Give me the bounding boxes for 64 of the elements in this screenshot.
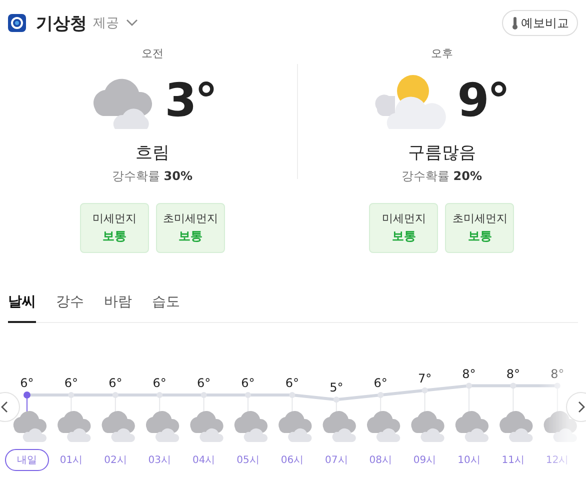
cloud-icon [234,410,268,442]
data-point [378,392,384,398]
period-label: 오후 [430,46,453,61]
chevron-down-icon[interactable] [125,18,139,28]
cloud-icon [500,410,533,442]
temperature-label: 6° [108,376,122,390]
cloud-icon [455,410,489,442]
temperature-label: 8° [506,366,520,381]
precipitation-text: 강수확률 30% [112,168,193,185]
cloud-icon [58,410,91,442]
thermometer-icon [511,16,519,30]
data-point [112,392,118,398]
temperature: 9° [457,73,508,127]
chevron-right-icon [577,401,585,413]
temperature: 3° [164,73,216,127]
dust-card: 미세먼지 보통 [80,203,149,253]
compare-button[interactable]: 예보비교 [502,10,578,36]
cloud-icon [13,410,47,442]
temperature-label: 6° [285,376,300,390]
cloud-icon [190,410,224,442]
condition-text: 구름많음 [408,142,476,164]
temperature-label: 6° [374,376,388,390]
data-point [200,392,207,398]
temperature-label: 6° [196,376,211,390]
temperature-label: 6° [152,376,166,390]
cloud-icon [366,410,400,442]
data-point [289,392,296,398]
temperature-label: 6° [20,376,34,390]
logo-icon [8,14,26,32]
cloud-icon [146,410,180,442]
precipitation-text: 강수확률 20% [401,168,482,185]
data-point [466,382,472,389]
tab[interactable]: 날씨 [8,293,36,323]
temperature-label: 8° [550,366,564,381]
cloud-icon [102,410,135,442]
period-label: 오전 [141,46,164,61]
data-point [422,387,428,394]
provider-name: 기상청 [36,12,87,34]
tab[interactable]: 바람 [104,293,132,323]
data-point [510,382,516,389]
cloud-icon [278,410,312,442]
dust-card: 초미세먼지 보통 [156,203,225,253]
cloud-icon [411,410,444,442]
data-point [68,392,74,398]
data-point [245,392,251,398]
chevron-left-icon [1,401,9,413]
temperature-label: 7° [418,371,432,386]
cloud-icon [322,410,356,442]
tab[interactable]: 강수 [56,293,84,323]
data-point [24,392,30,398]
temperature-label: 6° [64,376,78,390]
dust-card: 미세먼지 보통 [369,203,438,253]
condition-text: 흐림 [135,142,170,164]
dust-card: 초미세먼지 보통 [445,203,514,253]
data-point [333,396,340,403]
temperature-label: 8° [462,366,476,381]
provider-label: 제공 [93,15,119,32]
data-point [156,392,163,398]
temperature-label: 5° [330,380,344,395]
temperature-label: 6° [241,376,255,390]
data-point [554,382,560,389]
tab[interactable]: 습도 [152,293,180,323]
cloud-icon [544,410,577,442]
time-button[interactable]: 내일 [5,449,50,471]
